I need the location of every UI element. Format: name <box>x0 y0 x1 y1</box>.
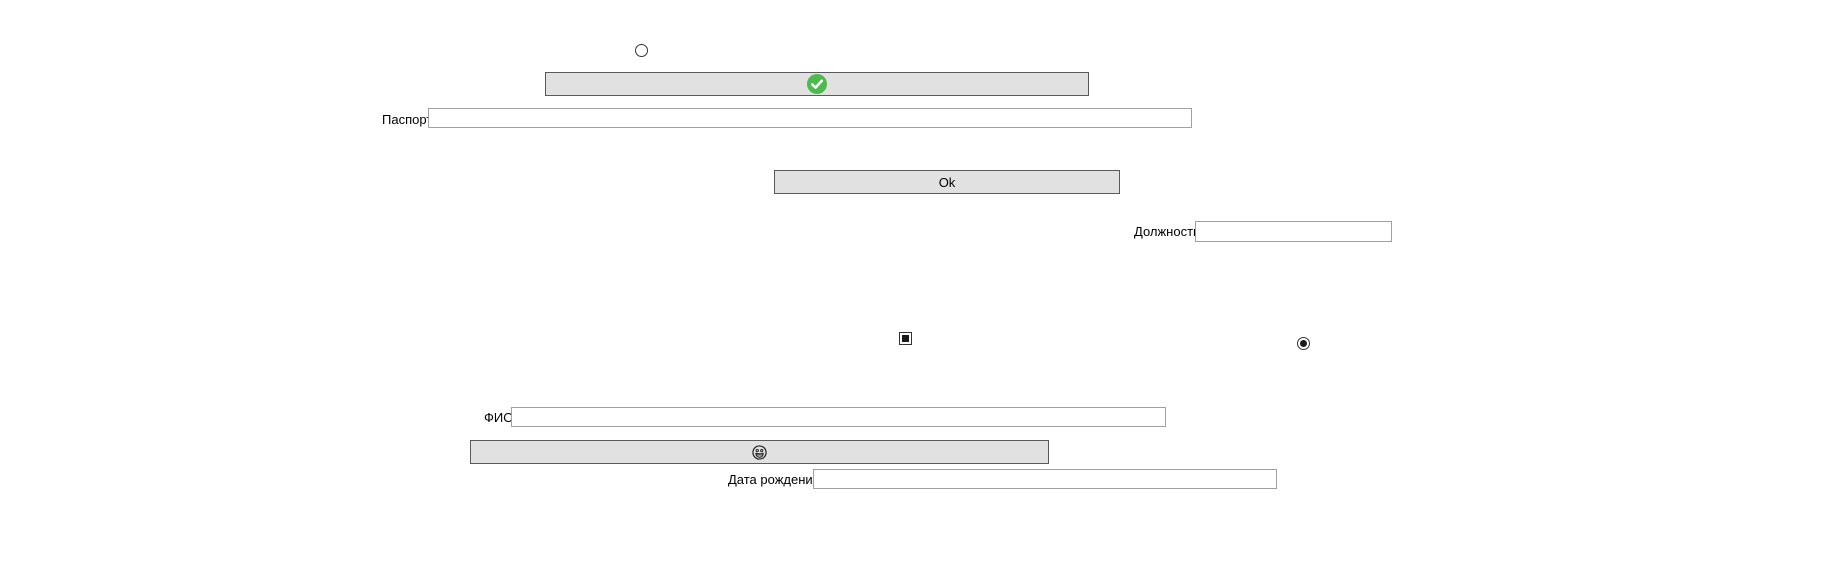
radio-button-right[interactable] <box>1297 337 1310 350</box>
passport-input[interactable] <box>428 108 1192 128</box>
grinning-face-icon <box>752 444 767 460</box>
fio-input[interactable] <box>511 407 1166 427</box>
fio-label: ФИО <box>484 410 514 425</box>
position-input[interactable] <box>1195 221 1392 242</box>
checkbox-indeterminate-mark <box>902 335 909 342</box>
radio-button-top[interactable] <box>635 44 648 57</box>
check-icon-button[interactable] <box>545 72 1089 96</box>
ok-button[interactable]: Ok <box>774 170 1120 194</box>
checkbox-indeterminate[interactable] <box>899 332 912 345</box>
check-circle-icon <box>807 74 827 94</box>
position-label: Должность <box>1134 224 1200 239</box>
passport-label: Паспорт <box>382 112 433 127</box>
birth-date-input[interactable] <box>813 469 1277 489</box>
emoji-icon-button[interactable] <box>470 440 1049 464</box>
radio-selected-dot <box>1300 340 1307 347</box>
birth-date-label: Дата рождения <box>728 472 820 487</box>
